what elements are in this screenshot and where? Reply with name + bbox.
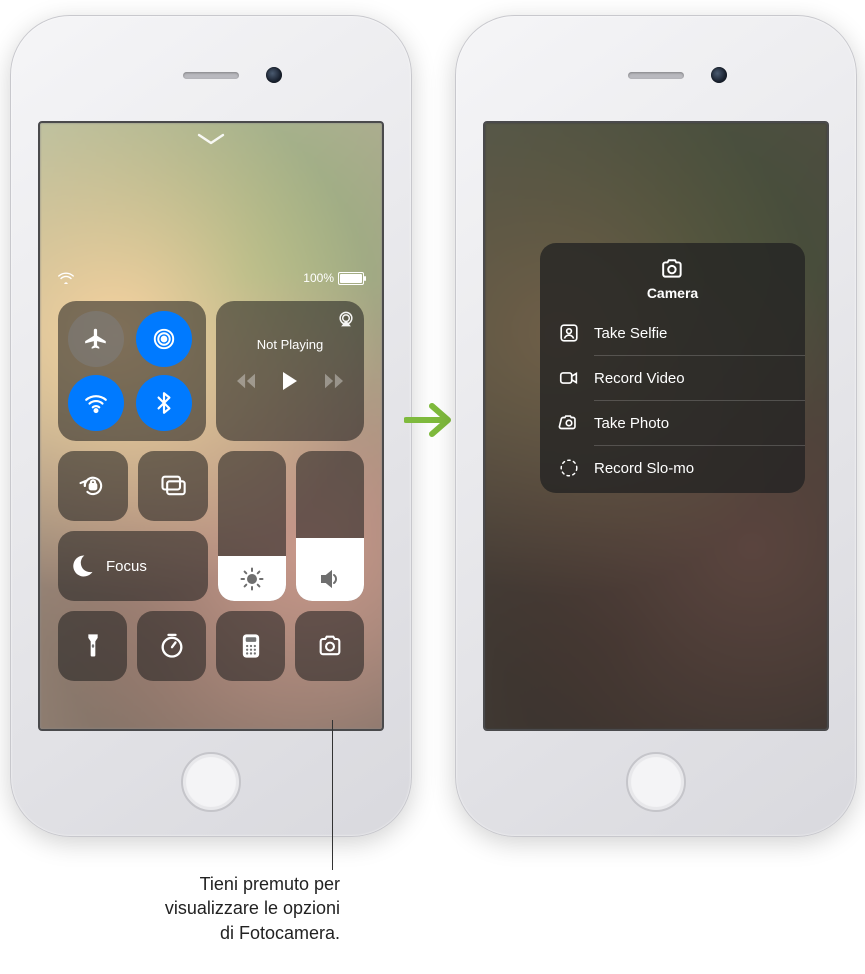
camera-action-take-selfie[interactable]: Take Selfie — [540, 311, 805, 355]
camera-menu-title: Camera — [647, 285, 698, 301]
callout-leader-line — [332, 720, 333, 870]
flashlight-icon — [79, 632, 107, 660]
battery-icon — [338, 272, 364, 285]
control-center: Not Playing — [58, 301, 364, 721]
screen-mirroring-icon — [159, 472, 187, 500]
moon-icon — [68, 552, 96, 580]
camera-action-record-slomo[interactable]: Record Slo-mo — [540, 446, 805, 493]
camera-action-take-photo[interactable]: Take Photo — [540, 401, 805, 445]
connectivity-module[interactable] — [58, 301, 206, 441]
volume-slider[interactable] — [296, 451, 364, 601]
battery-percent: 100% — [303, 271, 334, 285]
arrow-right-icon — [404, 400, 460, 440]
camera-button[interactable] — [295, 611, 364, 681]
callout-line-1: Tieni premuto per — [200, 874, 340, 894]
bluetooth-button[interactable] — [136, 375, 192, 431]
focus-label: Focus — [106, 558, 147, 575]
volume-icon — [318, 567, 342, 591]
home-button[interactable] — [181, 752, 241, 812]
camera-icon — [558, 412, 580, 434]
focus-button[interactable]: Focus — [58, 531, 208, 601]
earpiece — [183, 72, 239, 79]
timer-button[interactable] — [137, 611, 206, 681]
home-button[interactable] — [626, 752, 686, 812]
camera-action-label: Take Selfie — [594, 325, 667, 342]
video-icon — [558, 367, 580, 389]
callout-text: Tieni premuto per visualizzare le opzion… — [40, 872, 340, 945]
camera-action-label: Record Slo-mo — [594, 460, 694, 477]
airplane-mode-button[interactable] — [68, 311, 124, 367]
calculator-button[interactable] — [216, 611, 285, 681]
calculator-icon — [237, 632, 265, 660]
status-row: 100% — [58, 271, 364, 285]
airplay-icon[interactable] — [336, 309, 356, 329]
chevron-down-icon[interactable] — [197, 133, 225, 147]
screen-left: 100% — [38, 121, 384, 731]
earpiece — [628, 72, 684, 79]
play-icon[interactable] — [280, 370, 300, 392]
camera-action-label: Record Video — [594, 370, 685, 387]
brightness-icon — [240, 567, 264, 591]
timer-icon — [158, 632, 186, 660]
selfie-person-icon — [558, 322, 580, 344]
callout-line-3: di Fotocamera. — [220, 923, 340, 943]
camera-quick-actions: Camera Take Selfie Record Video — [540, 243, 805, 493]
callout-line-2: visualizzare le opzioni — [165, 898, 340, 918]
now-playing-module[interactable]: Not Playing — [216, 301, 364, 441]
camera-icon — [316, 632, 344, 660]
airdrop-button[interactable] — [136, 311, 192, 367]
wifi-mini-icon — [58, 272, 74, 284]
fast-forward-icon[interactable] — [323, 372, 345, 390]
camera-action-record-video[interactable]: Record Video — [540, 356, 805, 400]
camera-icon — [659, 257, 687, 281]
screen-mirroring-button[interactable] — [138, 451, 208, 521]
device-right: Camera Take Selfie Record Video — [455, 15, 857, 837]
screen-right: Camera Take Selfie Record Video — [483, 121, 829, 731]
flashlight-button[interactable] — [58, 611, 127, 681]
now-playing-label: Not Playing — [224, 337, 356, 352]
orientation-lock-button[interactable] — [58, 451, 128, 521]
camera-action-label: Take Photo — [594, 415, 669, 432]
front-camera-dot — [711, 67, 727, 83]
slowmo-icon — [558, 457, 580, 479]
brightness-slider[interactable] — [218, 451, 286, 601]
rewind-icon[interactable] — [235, 372, 257, 390]
front-camera-dot — [266, 67, 282, 83]
orientation-lock-icon — [79, 472, 107, 500]
wifi-button[interactable] — [68, 375, 124, 431]
device-left: 100% — [10, 15, 412, 837]
